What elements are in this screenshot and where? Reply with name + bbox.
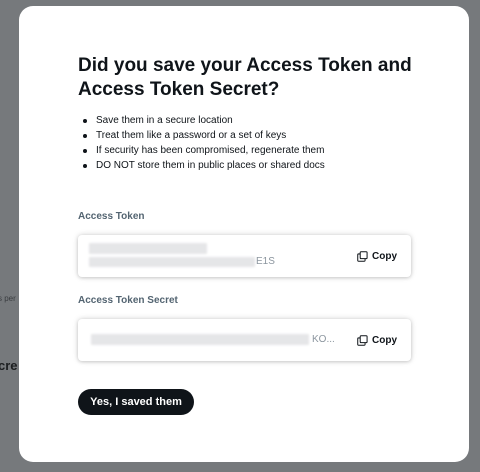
instruction-item: Save them in a secure location <box>78 113 438 128</box>
copy-icon <box>357 250 368 262</box>
redacted-token-blur <box>89 243 207 254</box>
instruction-item: If security has been compromised, regene… <box>78 143 438 158</box>
save-tokens-dialog: Did you save your Access Token and Acces… <box>19 6 469 462</box>
yes-saved-button[interactable]: Yes, I saved them <box>78 389 194 415</box>
copy-label: Copy <box>372 334 397 346</box>
background-text-fragment: s per <box>0 294 16 303</box>
copy-label: Copy <box>372 250 397 262</box>
access-token-field: E1S Copy <box>78 235 411 277</box>
access-token-secret-label: Access Token Secret <box>78 295 178 306</box>
instruction-item: DO NOT store them in public places or sh… <box>78 158 438 173</box>
redacted-secret-blur <box>91 334 309 345</box>
instruction-item: Treat them like a password or a set of k… <box>78 128 438 143</box>
access-token-label: Access Token <box>78 211 145 222</box>
background-heading-fragment: cre <box>0 358 18 373</box>
copy-access-token-secret-button[interactable]: Copy <box>357 332 397 348</box>
instructions-list: Save them in a secure location Treat the… <box>78 113 438 173</box>
access-token-suffix: E1S <box>256 256 275 267</box>
access-token-secret-suffix: KO... <box>312 334 335 345</box>
dialog-title: Did you save your Access Token and Acces… <box>78 55 412 100</box>
redacted-token-blur <box>89 257 255 267</box>
access-token-secret-field: KO... Copy <box>78 319 411 361</box>
copy-icon <box>357 334 368 346</box>
copy-access-token-button[interactable]: Copy <box>357 248 397 264</box>
